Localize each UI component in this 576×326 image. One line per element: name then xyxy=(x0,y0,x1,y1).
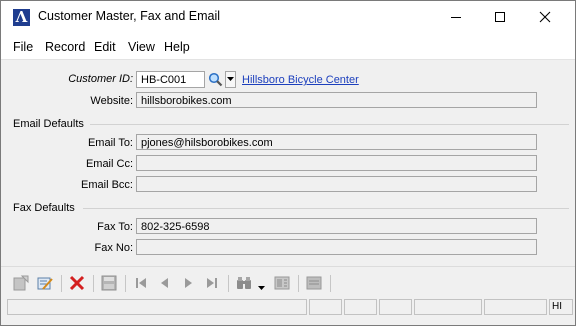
first-record-button[interactable] xyxy=(132,274,150,292)
menu-record[interactable]: Record xyxy=(45,40,85,54)
minimize-icon xyxy=(451,17,461,18)
chevron-down-icon xyxy=(258,286,265,290)
toolbar-separator xyxy=(93,275,94,292)
email-bcc-field[interactable] xyxy=(136,176,537,192)
email-to-label: Email To: xyxy=(87,137,133,149)
lookup-dropdown-button[interactable] xyxy=(225,71,236,88)
previous-record-button[interactable] xyxy=(156,274,174,292)
minimize-button[interactable] xyxy=(433,1,479,33)
binoculars-icon xyxy=(237,277,251,289)
next-record-button[interactable] xyxy=(179,274,197,292)
print-icon xyxy=(306,276,322,290)
toolbar-separator xyxy=(125,275,126,292)
app-logo-icon: Λ xyxy=(13,9,30,26)
fax-to-label: Fax To: xyxy=(97,221,133,233)
edit-record-button[interactable] xyxy=(36,274,54,292)
customer-name-link[interactable]: Hillsboro Bicycle Center xyxy=(242,74,359,86)
memo-button[interactable] xyxy=(273,274,291,292)
edit-record-icon xyxy=(37,277,53,290)
last-record-icon xyxy=(207,278,217,288)
menu-view[interactable]: View xyxy=(128,40,155,54)
menu-file[interactable]: File xyxy=(13,40,33,54)
menu-edit[interactable]: Edit xyxy=(94,40,116,54)
save-icon xyxy=(101,275,117,291)
email-cc-field[interactable] xyxy=(136,155,537,171)
customer-master-window: Λ Customer Master, Fax and Email File Re… xyxy=(0,0,576,326)
new-record-button[interactable] xyxy=(12,274,30,292)
memo-icon xyxy=(274,276,290,290)
maximize-icon xyxy=(495,12,505,22)
status-panel-user: HI xyxy=(549,299,573,315)
previous-record-icon xyxy=(161,278,168,288)
save-button[interactable] xyxy=(100,274,118,292)
customer-id-input[interactable]: HB-C001 xyxy=(136,71,205,88)
customer-id-label: Customer ID: xyxy=(68,73,133,85)
email-to-field[interactable]: pjones@hilsborobikes.com xyxy=(136,134,537,150)
toolbar-separator xyxy=(298,275,299,292)
lookup-button[interactable] xyxy=(207,71,224,88)
status-panel-message xyxy=(7,299,307,315)
print-button[interactable] xyxy=(305,274,323,292)
status-panel xyxy=(484,299,547,315)
first-record-icon xyxy=(136,278,146,288)
email-cc-label: Email Cc: xyxy=(85,158,133,170)
find-button[interactable] xyxy=(235,274,253,292)
next-record-icon xyxy=(185,278,192,288)
close-button[interactable] xyxy=(522,1,568,33)
toolbar-divider xyxy=(1,266,575,267)
menu-bar: File Record Edit View Help xyxy=(1,33,575,60)
delete-icon xyxy=(69,275,85,291)
email-defaults-heading: Email Defaults xyxy=(13,118,84,130)
toolbar xyxy=(1,271,575,295)
status-panel xyxy=(379,299,412,315)
status-panel xyxy=(344,299,377,315)
close-icon xyxy=(539,11,551,23)
chevron-down-icon xyxy=(227,77,234,81)
find-dropdown-button[interactable] xyxy=(258,280,265,294)
delete-button[interactable] xyxy=(68,274,86,292)
menu-help[interactable]: Help xyxy=(164,40,190,54)
email-bcc-label: Email Bcc: xyxy=(81,179,133,191)
fax-no-label: Fax No: xyxy=(94,242,133,254)
fax-defaults-divider xyxy=(83,208,569,209)
status-panel xyxy=(414,299,482,315)
toolbar-separator xyxy=(330,275,331,292)
fax-no-field[interactable] xyxy=(136,239,537,255)
website-label: Website: xyxy=(90,95,133,107)
new-record-icon xyxy=(13,275,29,291)
toolbar-separator xyxy=(228,275,229,292)
maximize-button[interactable] xyxy=(477,1,523,33)
fax-defaults-heading: Fax Defaults xyxy=(13,202,75,214)
email-defaults-divider xyxy=(90,124,569,125)
website-field[interactable]: hillsborobikes.com xyxy=(136,92,537,108)
title-bar: Λ Customer Master, Fax and Email xyxy=(1,1,575,33)
fax-to-field[interactable]: 802-325-6598 xyxy=(136,218,537,234)
toolbar-separator xyxy=(61,275,62,292)
window-title: Customer Master, Fax and Email xyxy=(38,9,221,23)
status-bar: HI xyxy=(1,297,575,317)
last-record-button[interactable] xyxy=(203,274,221,292)
status-panel xyxy=(309,299,342,315)
magnifier-icon xyxy=(208,72,223,87)
